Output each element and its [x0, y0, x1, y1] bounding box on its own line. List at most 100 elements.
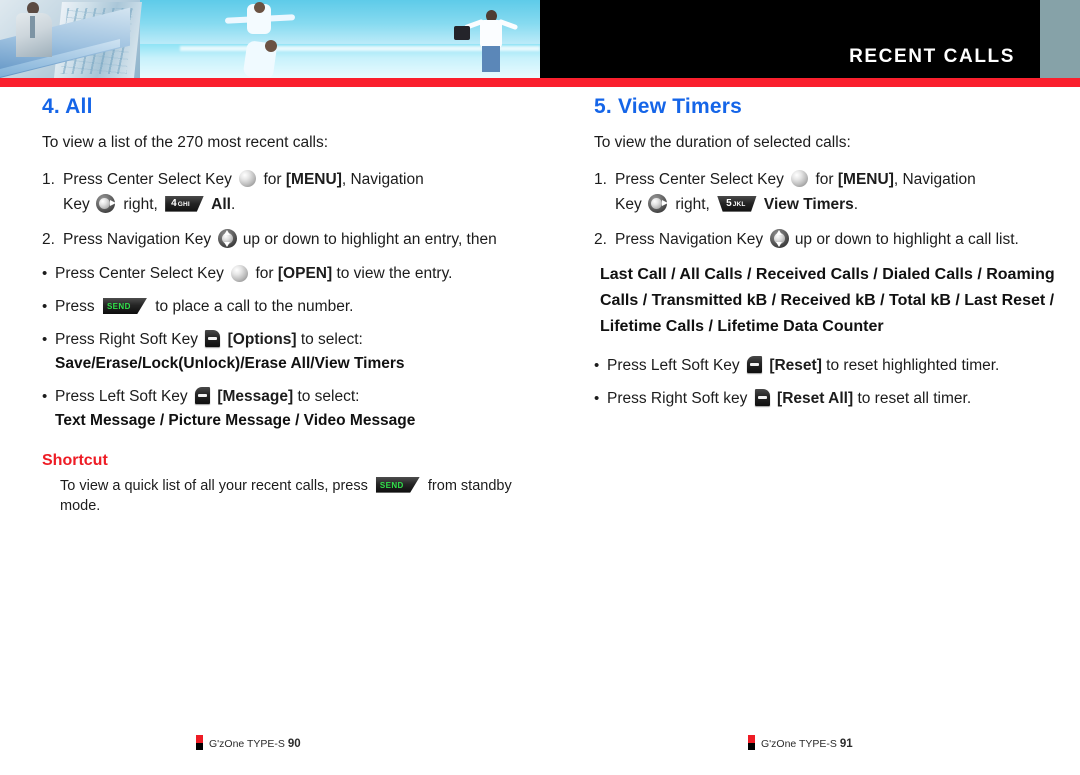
right-bullet1-text-a: Press Left Soft Key [607, 357, 740, 375]
navigation-key-right-icon [648, 194, 669, 214]
right-steps-list: Press Center Select Key for [MENU], Navi… [594, 168, 1074, 252]
left-step-2: Press Navigation Key up or down to highl… [42, 228, 522, 253]
shortcut-heading: Shortcut [42, 451, 108, 469]
left-bullet3-text-c: to select: [300, 330, 363, 348]
footer-right-page-number: 91 [839, 738, 853, 750]
right-soft-key-icon [754, 389, 770, 407]
keypad-key-4-letters: GHI [177, 200, 190, 208]
left-section-title: 4. All [42, 95, 93, 118]
left-bullet1-text-a: Press Center Select Key [55, 265, 224, 283]
left-bullet-message: Press Left Soft Key [Message] to select:… [42, 385, 522, 432]
left-step2-text-a: Press Navigation Key [63, 230, 212, 248]
left-message-values: Text Message / Picture Message / Video M… [55, 411, 416, 429]
left-bullet1-text-b: for [255, 265, 274, 283]
center-select-key-icon [239, 170, 257, 188]
navigation-key-right-icon [96, 194, 117, 214]
left-options-values: Save/Erase/Lock(Unlock)/Erase All/View T… [55, 354, 405, 372]
footer-mark-icon [196, 735, 203, 750]
right-step1-period: . [853, 195, 859, 213]
right-bullet2-action-label: [Reset All] [777, 389, 854, 407]
footer-left: G'zOne TYPE-S 90 [196, 735, 301, 750]
left-step1-period: . [230, 195, 236, 213]
right-bullet1-text-c: to reset highlighted timer. [826, 357, 1000, 375]
left-page-column: 4. All To view a list of the 270 most re… [42, 95, 522, 517]
right-call-lists: Last Call / All Calls / Received Calls /… [600, 266, 1055, 336]
left-bullet1-text-c: to view the entry. [336, 265, 453, 283]
right-soft-key-icon [205, 330, 221, 348]
right-bullet2-text-a: Press Right Soft key [607, 389, 748, 407]
left-intro-text: To view a list of the 270 most recent ca… [42, 134, 329, 151]
hero-businessman-phone [14, 2, 54, 57]
footer-right: G'zOne TYPE-S 91 [748, 735, 853, 750]
left-bullet4-message-label: [Message] [217, 387, 294, 405]
send-key-icon: SEND [102, 298, 147, 315]
header-gray-tab [1040, 0, 1080, 78]
right-step1-key-label: Key [615, 195, 642, 213]
right-step2-text-a: Press Navigation Key [615, 230, 764, 248]
hero-photo-banner [0, 0, 540, 78]
right-step2-text-b: up or down to highlight a call list. [794, 230, 1019, 248]
center-select-key-icon [231, 264, 249, 282]
left-bullet-open: Press Center Select Key for [OPEN] to vi… [42, 262, 522, 287]
left-soft-key-icon [747, 356, 762, 374]
footer-left-brand: G'zOne TYPE-S [209, 738, 285, 750]
navigation-key-updown-icon [217, 228, 237, 248]
right-intro-text: To view the duration of selected calls: [594, 134, 851, 151]
left-bullet3-options-label: [Options] [227, 330, 297, 348]
navigation-key-updown-icon [769, 228, 789, 248]
left-bullet1-open-label: [OPEN] [277, 265, 333, 283]
right-section-title: 5. View Timers [594, 95, 742, 118]
keypad-key-5-icon: 5JKL [717, 195, 757, 212]
right-page-column: 5. View Timers To view the duration of s… [594, 95, 1074, 420]
hero-man-briefcase [454, 10, 519, 72]
left-step1-menu-label: [MENU] [285, 170, 342, 188]
footer-right-brand: G'zOne TYPE-S [761, 738, 837, 750]
right-step1-menu-label: [MENU] [837, 170, 894, 188]
right-bullet-reset-all: Press Right Soft key [Reset All] to rese… [594, 387, 1074, 412]
right-bullets-list: Press Left Soft Key [Reset] to reset hig… [594, 354, 1074, 412]
left-step1-text-c: , Navigation [341, 170, 424, 188]
footer-left-page-number: 90 [287, 738, 301, 750]
left-bullet-options: Press Right Soft Key [Options] to select… [42, 328, 522, 375]
right-bullet1-action-label: [Reset] [769, 357, 822, 375]
keypad-key-4-icon: 4GHI [165, 195, 204, 212]
hero-martial-artists [224, 2, 296, 78]
left-bullets-list: Press Center Select Key for [OPEN] to vi… [42, 262, 522, 431]
page-header: RECENT CALLS [0, 0, 1080, 78]
left-step2-text-b: up or down to highlight an entry, then [242, 230, 497, 248]
right-step1-text-d: right, [675, 195, 710, 213]
left-bullet4-text-c: to select: [297, 387, 360, 405]
left-step1-text-b: for [263, 170, 282, 188]
left-bullet2-text-a: Press [55, 298, 95, 316]
right-step1-target: View Timers [763, 195, 854, 213]
keypad-key-5-letters: JKL [732, 200, 746, 208]
right-step-2: Press Navigation Key up or down to highl… [594, 228, 1074, 253]
send-key-label: SEND [379, 480, 404, 490]
center-select-key-icon [791, 170, 809, 188]
left-bullet3-text-a: Press Right Soft Key [55, 330, 199, 348]
keypad-key-4-digit: 4 [171, 197, 177, 209]
page-title: RECENT CALLS [849, 46, 1015, 67]
shortcut-text-before: To view a quick list of all your recent … [60, 477, 368, 494]
right-step1-text-a: Press Center Select Key [615, 170, 784, 188]
left-step-1: Press Center Select Key for [MENU], Navi… [42, 168, 522, 218]
left-bullet4-text-a: Press Left Soft Key [55, 387, 188, 405]
send-key-label: SEND [106, 302, 131, 312]
header-red-rule [0, 78, 1080, 87]
right-bullet2-text-c: to reset all timer. [857, 389, 972, 407]
left-bullet2-text-c: to place a call to the number. [155, 298, 354, 316]
left-soft-key-icon [195, 387, 210, 405]
left-step1-text-a: Press Center Select Key [63, 170, 232, 188]
right-bullet-reset: Press Left Soft Key [Reset] to reset hig… [594, 354, 1074, 379]
keypad-key-5-digit: 5 [726, 197, 732, 209]
left-bullet-send: Press SEND to place a call to the number… [42, 295, 522, 320]
send-key-icon: SEND [375, 476, 420, 493]
right-step1-text-b: for [815, 170, 834, 188]
right-step-1: Press Center Select Key for [MENU], Navi… [594, 168, 1074, 218]
left-step1-text-d: right, [123, 195, 158, 213]
left-step1-target: All [211, 195, 231, 213]
left-step1-key-label: Key [63, 195, 90, 213]
shortcut-body: To view a quick list of all your recent … [60, 476, 522, 517]
right-step1-text-c: , Navigation [893, 170, 976, 188]
left-steps-list: Press Center Select Key for [MENU], Navi… [42, 168, 522, 252]
